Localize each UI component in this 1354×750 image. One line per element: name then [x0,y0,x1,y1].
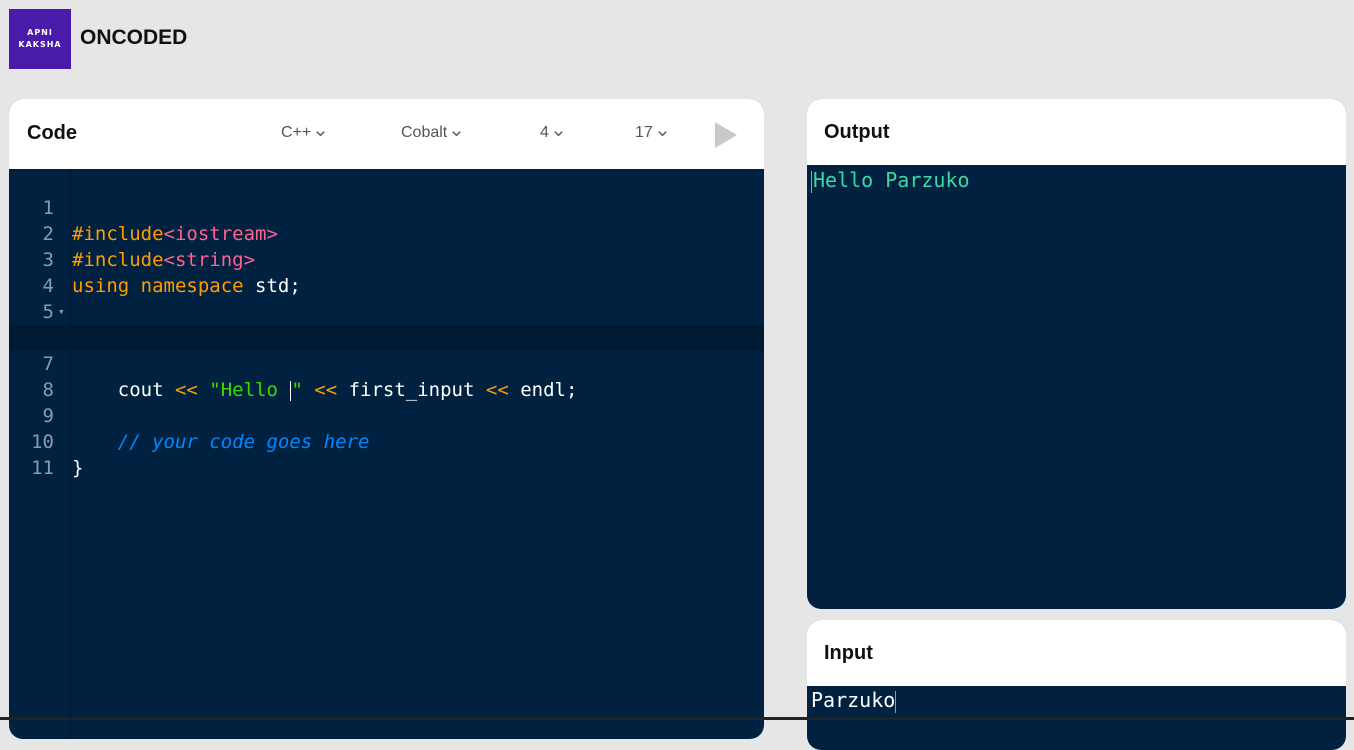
output-panel-header: Output [807,99,1346,165]
input-panel: Input Parzuko [807,620,1346,750]
line-number: 11 [31,457,54,479]
code-editor[interactable]: 1 #include<iostream> 2 #include<string> … [9,169,764,739]
brand-title: ONCODED [80,26,188,49]
code-line-3: 3 using namespace std; [9,221,764,297]
language-dropdown[interactable]: C++ [281,124,326,142]
code-line-8: 8 [9,351,764,401]
input-text: Parzuko [811,688,896,712]
code-line-1: 1 #include<iostream> [9,169,764,245]
tab-size-value: 4 [540,124,549,141]
code-panel: Code C++ Cobalt 4 17 1 #include<iostream… [9,99,764,739]
theme-value: Cobalt [401,124,448,141]
chevron-down-icon [452,130,461,136]
code-line-4: 4 ▾ int main(int argc, char **argv) { [9,247,764,349]
chevron-down-icon [554,130,563,136]
input-cursor [895,690,897,713]
output-text: Hello Parzuko [813,168,970,192]
language-value: C++ [281,124,312,141]
code-panel-header: Code C++ Cobalt 4 17 [9,99,764,169]
stdin-input-field[interactable]: Parzuko [807,686,1346,746]
code-line-2: 2 #include<string> [9,195,764,271]
code-line-11: 11 [9,429,764,479]
output-title: Output [824,121,890,143]
output-console[interactable]: Hello Parzuko [807,165,1346,195]
font-size-dropdown[interactable]: 17 [635,124,668,142]
output-panel: Output Hello Parzuko [807,99,1346,609]
code-line-10: 10 } [9,403,764,479]
code-line-5: 5 string first_input = argv[1]; [9,273,764,349]
code-line-7: 7 cout << "Hello " << first_input << end… [9,325,764,401]
code-line-6: 6 [9,299,764,349]
apni-kaksha-logo[interactable]: APNI KAKSHA [9,9,71,69]
logo-line1: APNI [27,28,53,37]
theme-dropdown[interactable]: Cobalt [401,124,462,142]
font-size-value: 17 [635,124,653,141]
code-line-9: 9 // your code goes here [9,377,764,453]
code-title: Code [27,122,77,144]
input-panel-header: Input [807,620,1346,686]
chevron-down-icon [658,130,667,136]
output-cursor [811,170,812,193]
input-title: Input [824,642,873,664]
logo-line2: KAKSHA [18,40,62,49]
run-play-icon[interactable] [713,121,739,149]
tab-size-dropdown[interactable]: 4 [540,124,564,142]
chevron-down-icon [316,130,325,136]
